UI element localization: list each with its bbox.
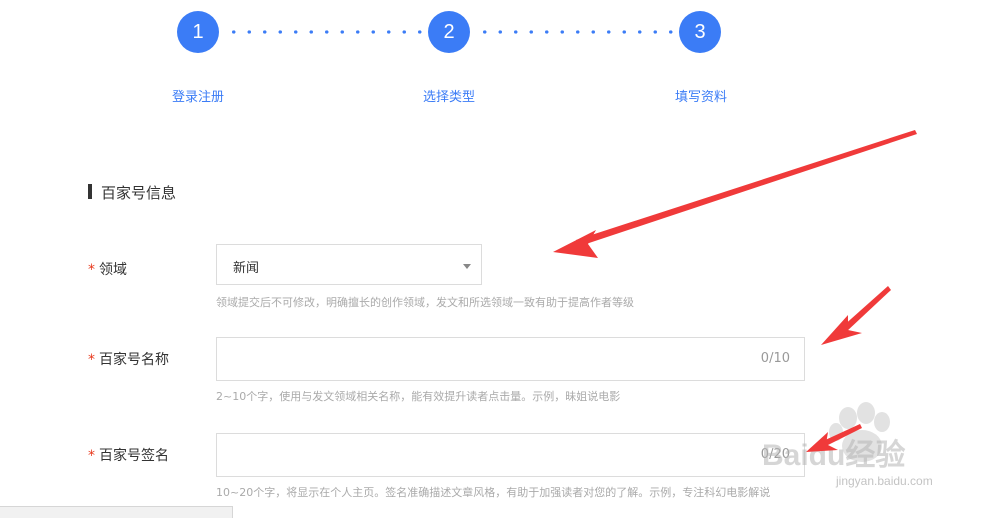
step-1-label: 登录注册 [171, 90, 224, 105]
step-3-label: 填写资料 [674, 90, 727, 105]
annotation-arrow-2-head [821, 315, 862, 345]
required-mark: * [88, 262, 95, 278]
signature-input[interactable]: 0/20 [216, 433, 805, 477]
signature-label: * 百家号签名 [88, 445, 169, 465]
required-mark: * [88, 352, 95, 368]
domain-label-text: 领域 [99, 262, 127, 278]
section-title: 百家号信息 [101, 184, 177, 202]
required-mark: * [88, 448, 95, 464]
watermark-text: Baidu经验 [762, 439, 906, 472]
name-input[interactable]: 0/10 [216, 337, 805, 381]
step-1-circle: 1 [177, 11, 219, 53]
step-3-circle: 3 [679, 11, 721, 53]
domain-select-value: 新闻 [233, 261, 260, 276]
horizontal-scrollbar[interactable] [0, 506, 233, 518]
name-label-text: 百家号名称 [99, 352, 169, 368]
section-marker [88, 184, 92, 199]
domain-label: * 领域 [88, 259, 127, 279]
name-hint: 2~10个字，使用与发文领域相关名称，能有效提升读者点击量。示例，昧姐说电影 [216, 390, 621, 403]
name-label: * 百家号名称 [88, 349, 169, 369]
annotation-arrow-1-shaft [576, 130, 917, 246]
step-2-circle: 2 [428, 11, 470, 53]
domain-hint: 领域提交后不可修改，明确擅长的创作领域，发文和所选领域一致有助于提高作者等级 [216, 296, 634, 309]
step-connector-2 [477, 30, 675, 34]
watermark-url: jingyan.baidu.com [836, 474, 933, 488]
signature-label-text: 百家号签名 [99, 448, 169, 464]
domain-select[interactable]: 新闻 [216, 244, 482, 285]
step-connector-1 [226, 30, 424, 34]
chevron-down-icon [463, 264, 471, 269]
name-char-counter: 0/10 [760, 351, 790, 366]
signature-hint: 10~20个字，将显示在个人主页。签名准确描述文章风格，有助于加强读者对您的了解… [216, 486, 771, 499]
annotation-arrow-1-head [553, 230, 598, 258]
step-2-label: 选择类型 [422, 90, 475, 105]
annotation-arrow-2-shaft [842, 286, 891, 332]
